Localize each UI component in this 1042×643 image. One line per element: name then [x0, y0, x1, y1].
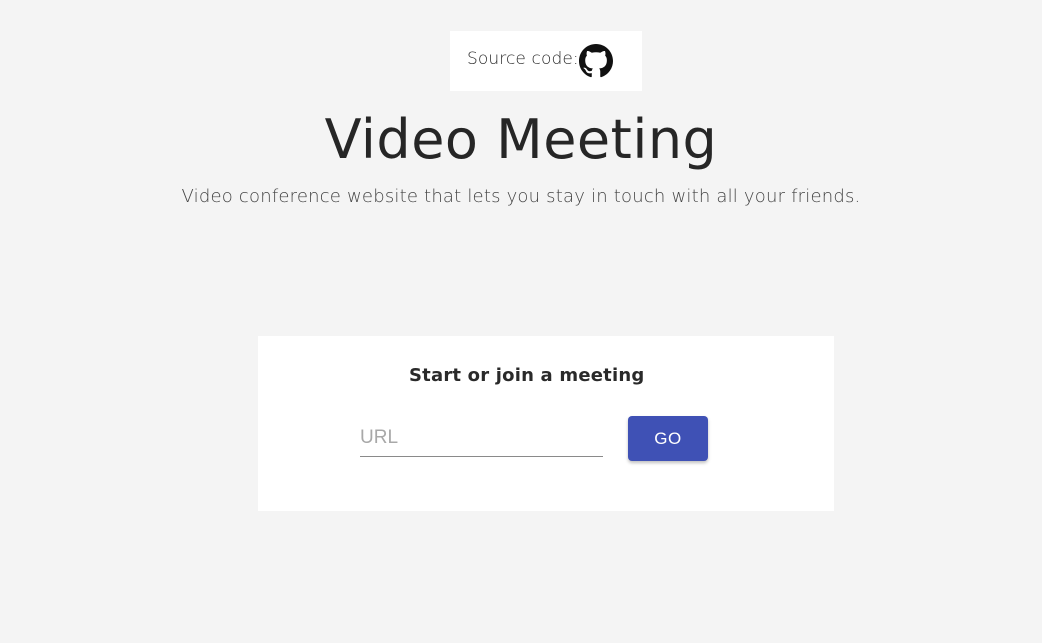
go-button[interactable]: GO	[628, 416, 708, 461]
join-meeting-card: Start or join a meeting GO	[258, 336, 834, 511]
github-link[interactable]	[579, 44, 613, 78]
page-subtitle: Video conference website that lets you s…	[181, 186, 861, 207]
source-code-label: Source code:	[467, 49, 579, 69]
url-input[interactable]	[360, 419, 603, 457]
join-meeting-heading: Start or join a meeting	[409, 365, 645, 386]
github-icon	[579, 44, 613, 78]
page-title: Video Meeting	[324, 108, 718, 171]
source-code-box: Source code:	[450, 31, 642, 91]
